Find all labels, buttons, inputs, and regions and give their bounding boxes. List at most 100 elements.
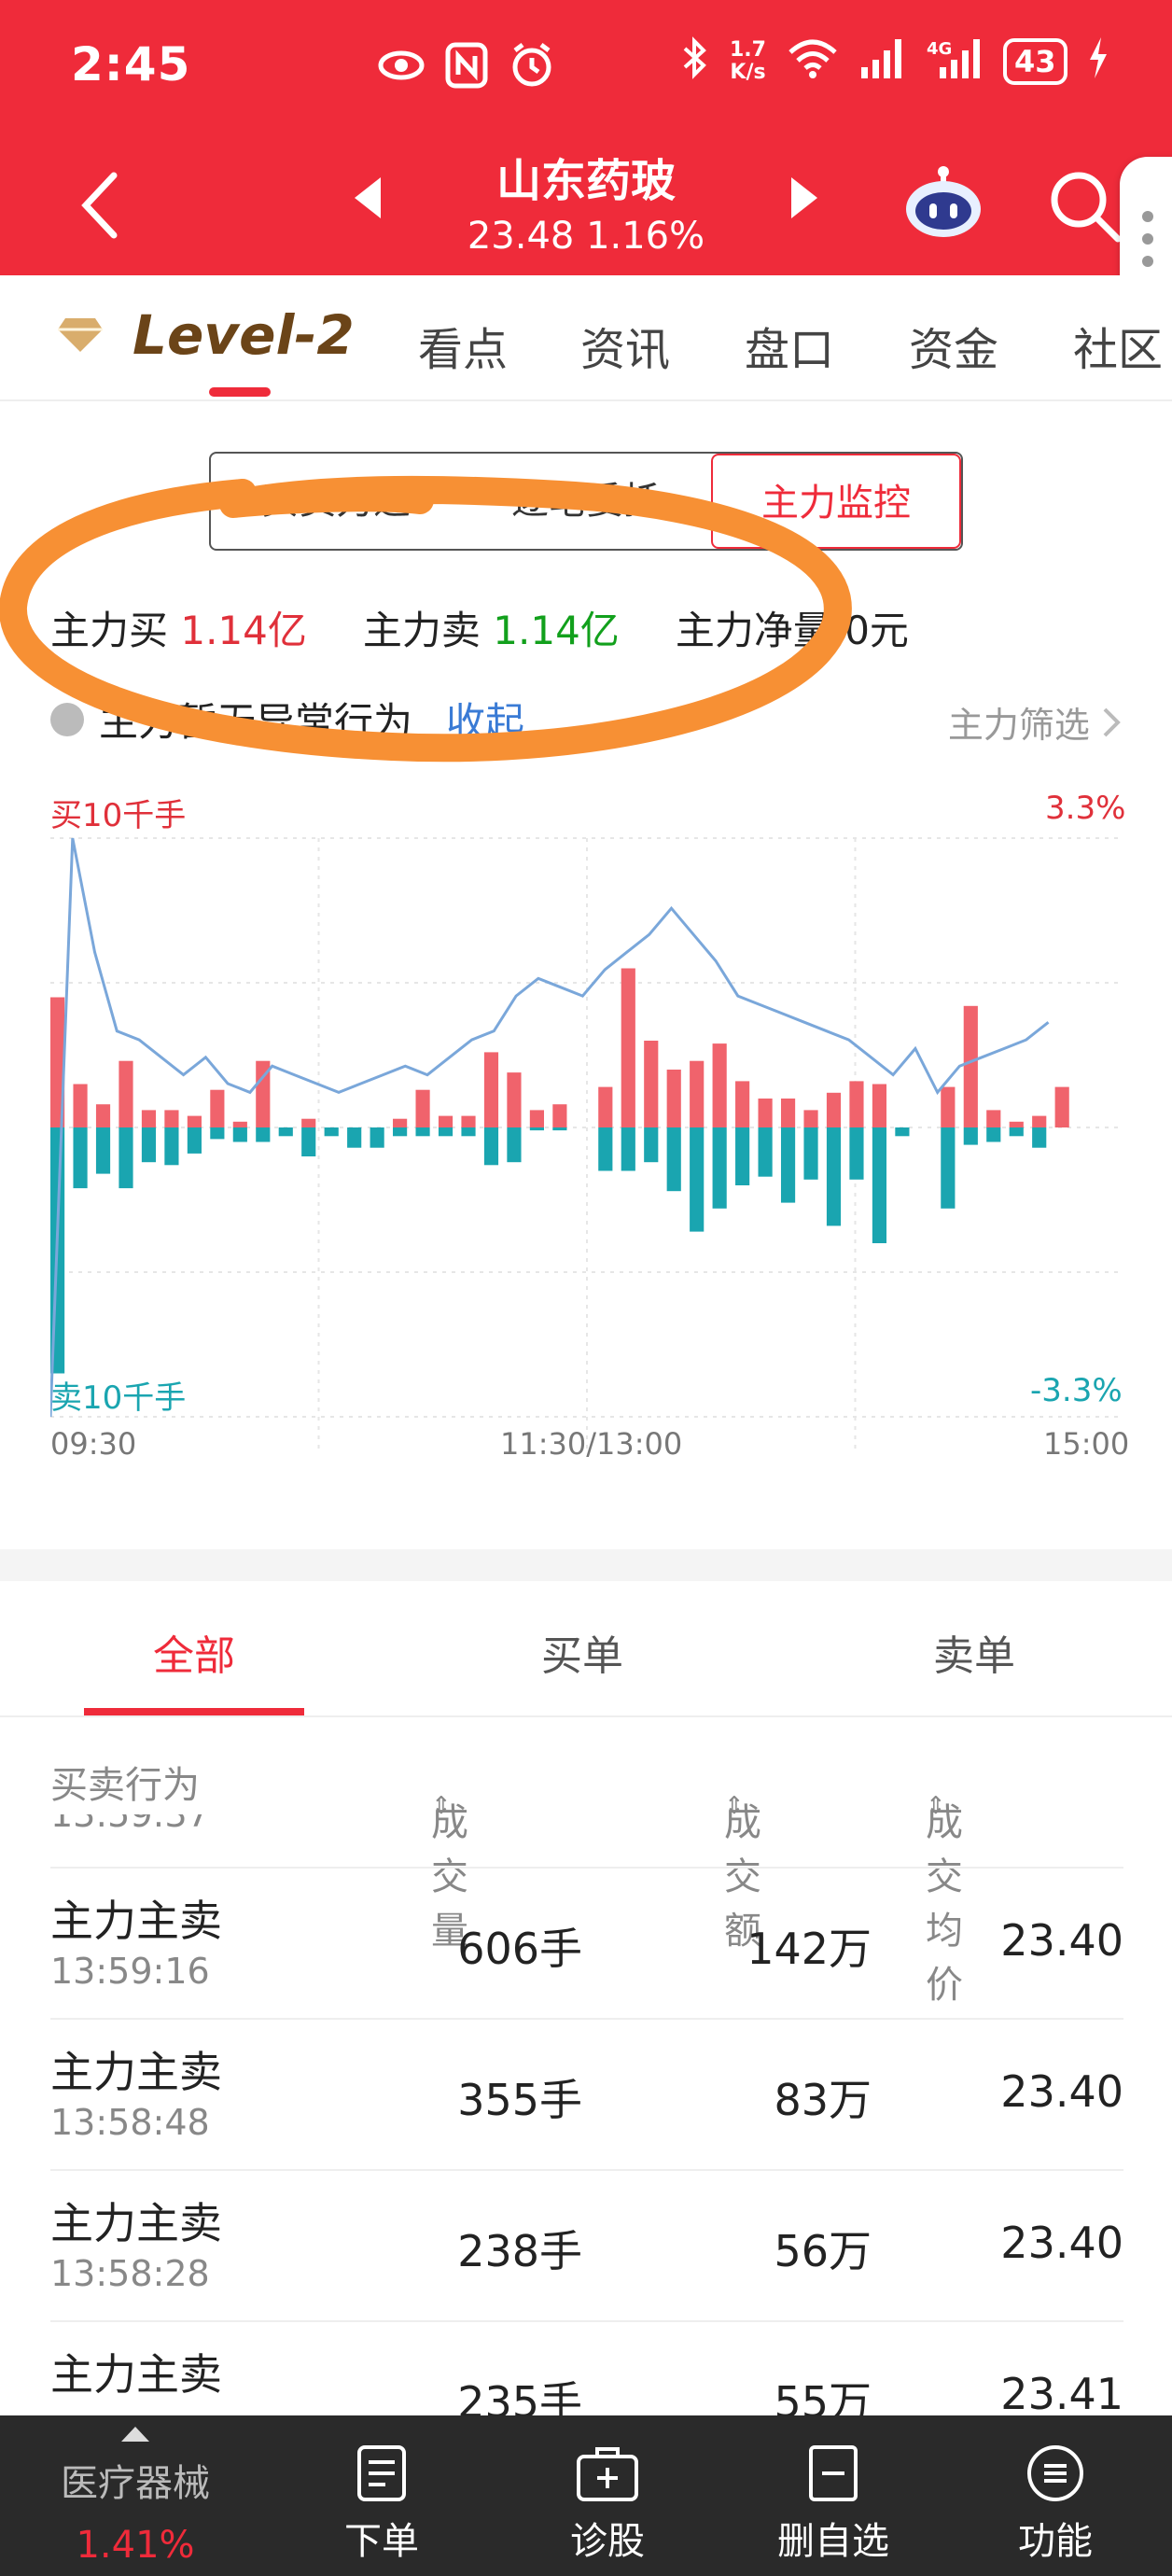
sell-bar xyxy=(187,1127,202,1154)
order-label: 下单 xyxy=(344,2520,419,2563)
diamond-icon xyxy=(58,318,103,352)
table-row[interactable]: 主力主卖 13:58:48 355手 83万 23.40 xyxy=(50,2018,1123,2169)
remove-watchlist-button[interactable]: 删自选 xyxy=(763,2415,903,2576)
sell-bar xyxy=(73,1127,88,1189)
sell-bar xyxy=(278,1127,293,1137)
subtab-all[interactable]: 全部 xyxy=(153,1622,235,1682)
main-force-stats: 主力买 1.14亿 主力卖 1.14亿 主力净量 0元 xyxy=(50,599,1133,656)
x-tick-midday: 11:30/13:00 xyxy=(500,1426,683,1462)
sell-bar xyxy=(758,1127,773,1177)
buy-bar xyxy=(119,1060,133,1127)
sell-bar xyxy=(483,1127,499,1166)
diagnose-button[interactable]: 诊股 xyxy=(537,2415,677,2576)
buy-bar xyxy=(1032,1115,1047,1127)
buy-bar xyxy=(415,1089,430,1127)
buy-bar xyxy=(849,1081,864,1127)
tab-news[interactable]: 资讯 xyxy=(580,313,670,378)
buy-bar xyxy=(393,1118,408,1127)
buy-bar xyxy=(1009,1121,1024,1127)
abnormal-status: 主力暂无异常行为 收起 xyxy=(50,691,524,748)
buy-bar xyxy=(735,1081,750,1127)
status-dot-icon xyxy=(50,702,84,736)
chart-top-right-label: 3.3% xyxy=(1045,790,1126,827)
tab-order-book[interactable]: 盘口 xyxy=(745,313,834,378)
sell-bar xyxy=(644,1127,659,1163)
table-row[interactable]: 主力主卖 13:59:16 606手 142万 23.40 xyxy=(50,1867,1123,2018)
medical-kit-icon xyxy=(577,2447,638,2501)
x-tick-open: 09:30 xyxy=(50,1426,137,1462)
signal-icon xyxy=(859,37,906,86)
buy-bar xyxy=(95,1104,111,1127)
main-sell-label: 主力卖 xyxy=(362,608,481,653)
sell-bar xyxy=(666,1127,681,1192)
filter-label: 主力筛选 xyxy=(947,705,1090,746)
top-header: 2:45 1.7 K/s 4G 43 山东药玻 23.48 1.16% xyxy=(0,0,1172,275)
row-volume: 238手 xyxy=(457,2226,582,2276)
main-tabs: Level-2 看点 资讯 盘口 资金 社区 xyxy=(0,275,1172,401)
segment-order-detail[interactable]: 逐笔委托 xyxy=(461,454,711,549)
order-icon xyxy=(357,2445,406,2501)
row-price: 23.40 xyxy=(1000,1915,1123,1966)
sell-bar xyxy=(849,1127,864,1180)
next-stock-button[interactable] xyxy=(789,177,817,222)
tab-level2[interactable]: Level-2 xyxy=(56,303,355,367)
buy-bar xyxy=(986,1110,1001,1127)
sector-name: 医疗器械 xyxy=(61,2462,210,2505)
sell-bar xyxy=(872,1127,887,1243)
search-button[interactable] xyxy=(1047,168,1122,243)
col-action: 买卖行为 xyxy=(50,1764,200,1807)
subtab-sell-orders[interactable]: 卖单 xyxy=(933,1622,1015,1682)
battery-level: 43 xyxy=(1002,38,1067,85)
row-action: 主力主卖 xyxy=(50,2047,222,2097)
function-menu-button[interactable]: 功能 xyxy=(985,2415,1125,2576)
remove-watchlist-label: 删自选 xyxy=(777,2520,889,2563)
buy-bar xyxy=(941,1086,956,1127)
sell-bar xyxy=(141,1127,157,1163)
tab-funds[interactable]: 资金 xyxy=(909,313,998,378)
stock-nav: 山东药玻 23.48 1.16% xyxy=(0,131,1172,275)
sell-bar xyxy=(95,1127,111,1174)
search-icon xyxy=(1051,172,1122,243)
buy-bar xyxy=(826,1092,842,1127)
buy-bar xyxy=(210,1089,225,1127)
subtab-buy-orders[interactable]: 买单 xyxy=(541,1622,623,1682)
order-button[interactable]: 下单 xyxy=(312,2415,452,2576)
buy-bar xyxy=(758,1099,773,1127)
sell-bar xyxy=(438,1127,453,1137)
buy-bar xyxy=(712,1043,727,1127)
chart-top-left-label: 买10千手 xyxy=(50,797,187,834)
sell-bar xyxy=(826,1127,842,1226)
status-bar: 2:45 1.7 K/s 4G 43 xyxy=(0,0,1172,131)
table-row[interactable]: 主力主卖 13:58:28 238手 56万 23.40 xyxy=(50,2169,1123,2320)
minus-square-icon xyxy=(809,2445,858,2501)
stock-price: 23.48 1.16% xyxy=(467,215,705,258)
buy-bar xyxy=(598,1086,613,1127)
robot-assistant-button[interactable] xyxy=(903,164,984,239)
row-time: 13:59:16 xyxy=(50,1951,210,1992)
row-action: 主力主卖 xyxy=(50,2198,222,2248)
sector-button[interactable]: 医疗器械 1.41% xyxy=(37,2415,233,2576)
collapse-link[interactable]: 收起 xyxy=(446,691,524,748)
charging-icon xyxy=(1088,37,1109,86)
buy-bar xyxy=(187,1115,202,1127)
buy-bar xyxy=(803,1110,818,1127)
row-time: 13:58:48 xyxy=(50,2102,210,2143)
main-force-filter[interactable]: 主力筛选 xyxy=(948,696,1122,748)
tab-highlights[interactable]: 看点 xyxy=(418,313,508,378)
buy-bar xyxy=(552,1104,567,1127)
buy-bar xyxy=(1054,1086,1069,1127)
sell-bar xyxy=(941,1127,956,1209)
segment-main-monitor[interactable]: 主力监控 xyxy=(711,454,961,549)
segment-buy-sell-force[interactable]: 买卖力道 xyxy=(211,454,461,549)
buy-bar xyxy=(621,968,635,1127)
table-row[interactable]: 主力主卖 235手 55万 23.41 xyxy=(50,2320,1123,2417)
sell-bar xyxy=(895,1127,910,1137)
main-sell-value: 1.14亿 xyxy=(493,608,620,653)
sell-bar xyxy=(1032,1127,1047,1148)
sort-icon: ⇕ xyxy=(431,1792,452,1820)
sell-bar xyxy=(712,1127,727,1209)
eye-icon xyxy=(377,41,426,90)
tab-community[interactable]: 社区 xyxy=(1073,313,1163,378)
sell-bar xyxy=(324,1127,339,1137)
svg-text:4G: 4G xyxy=(927,39,952,59)
